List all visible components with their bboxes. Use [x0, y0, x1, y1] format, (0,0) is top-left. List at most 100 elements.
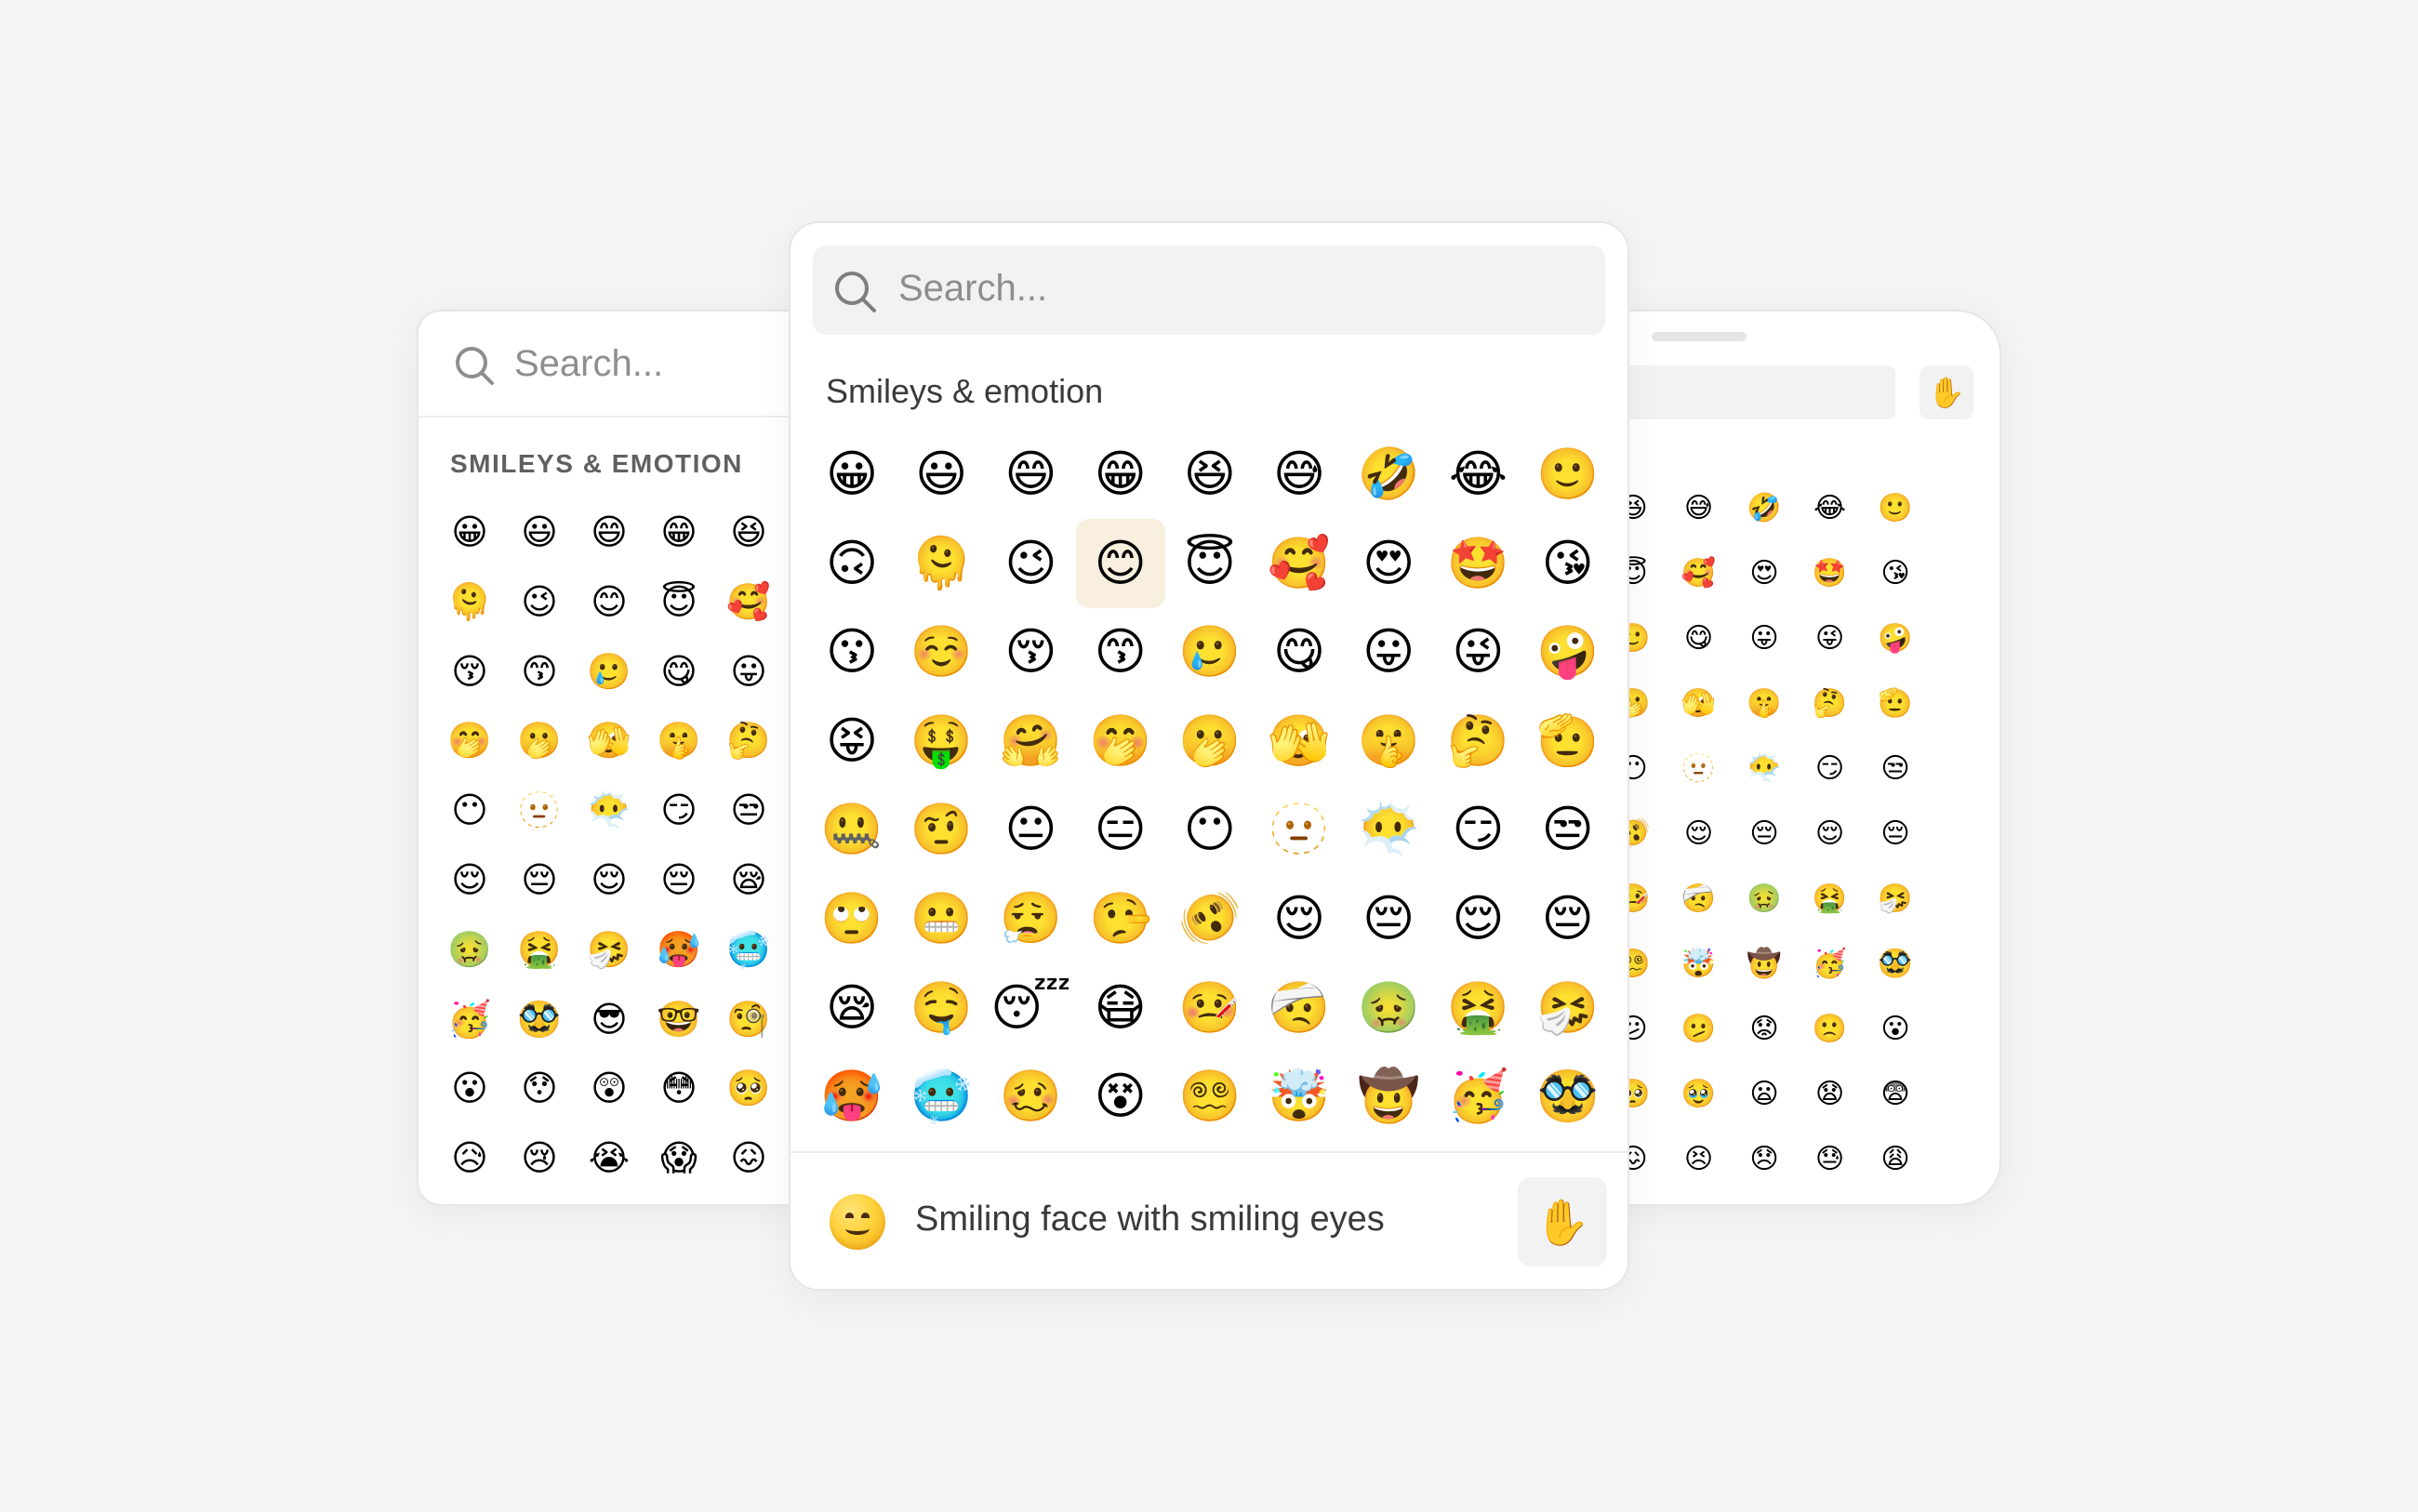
- emoji-button[interactable]: 😷: [1083, 971, 1158, 1045]
- emoji-button[interactable]: 😋: [1673, 613, 1725, 665]
- emoji-button[interactable]: 🤔: [720, 711, 777, 769]
- emoji-button[interactable]: 😝: [815, 704, 889, 778]
- emoji-button[interactable]: 😂: [1804, 483, 1856, 535]
- emoji-button[interactable]: 🤩: [1804, 548, 1856, 600]
- emoji-button[interactable]: 🤥: [1083, 882, 1158, 956]
- emoji-button[interactable]: 😅: [1262, 437, 1336, 511]
- emoji-button[interactable]: 🤣: [1738, 483, 1790, 535]
- emoji-button[interactable]: 😖: [720, 1129, 777, 1187]
- emoji-button[interactable]: 😘: [1869, 548, 1921, 600]
- emoji-button[interactable]: 😶‍🌫️: [1351, 792, 1426, 867]
- emoji-button[interactable]: 😔: [511, 851, 568, 909]
- emoji-button[interactable]: 😔: [650, 851, 708, 909]
- emoji-button[interactable]: 🫥: [511, 781, 568, 839]
- emoji-button[interactable]: 🥺: [720, 1059, 777, 1117]
- emoji-button[interactable]: 😮‍💨: [993, 882, 1068, 956]
- emoji-button[interactable]: 🫤: [1673, 1003, 1725, 1055]
- emoji-button[interactable]: 😌: [441, 851, 498, 909]
- emoji-button[interactable]: 😮: [441, 1059, 498, 1117]
- emoji-button[interactable]: 😓: [1804, 1134, 1856, 1186]
- search-bar[interactable]: Search...: [813, 245, 1605, 335]
- emoji-button[interactable]: 😍: [1738, 548, 1790, 600]
- emoji-button[interactable]: 🙃: [815, 526, 889, 601]
- emoji-button[interactable]: 😶‍🌫️: [1738, 743, 1790, 795]
- emoji-button[interactable]: 😏: [650, 781, 708, 839]
- emoji-button[interactable]: 😀: [815, 437, 889, 511]
- emoji-button[interactable]: 😳: [650, 1059, 708, 1117]
- emoji-button[interactable]: 🤢: [441, 921, 498, 978]
- emoji-button[interactable]: 🥳: [1441, 1059, 1515, 1134]
- emoji-button[interactable]: 🫣: [580, 711, 638, 769]
- emoji-button[interactable]: 😧: [1804, 1068, 1856, 1121]
- emoji-button[interactable]: 😟: [1738, 1003, 1790, 1055]
- emoji-button[interactable]: 🥲: [580, 643, 638, 700]
- emoji-button[interactable]: 🤧: [1531, 971, 1605, 1045]
- emoji-button[interactable]: 😃: [904, 437, 978, 511]
- emoji-button[interactable]: 🥵: [815, 1059, 889, 1134]
- emoji-button[interactable]: 🥰: [720, 573, 777, 630]
- emoji-button[interactable]: 🥰: [1262, 526, 1336, 601]
- emoji-button[interactable]: 😔: [1351, 882, 1426, 956]
- emoji-button[interactable]: 😍: [1351, 526, 1426, 601]
- emoji-button[interactable]: 😊: [1083, 526, 1158, 601]
- emoji-button[interactable]: 🤗: [993, 704, 1068, 778]
- emoji-button[interactable]: 😬: [904, 882, 978, 956]
- emoji-button[interactable]: 🤑: [904, 704, 978, 778]
- emoji-button[interactable]: 😌: [1673, 808, 1725, 860]
- emoji-button[interactable]: 🥵: [650, 921, 708, 978]
- emoji-button[interactable]: 🥳: [1804, 938, 1856, 990]
- emoji-button[interactable]: 😲: [580, 1059, 638, 1117]
- emoji-button[interactable]: 😒: [720, 781, 777, 839]
- emoji-button[interactable]: 🥸: [1531, 1059, 1605, 1134]
- emoji-button[interactable]: 😞: [1738, 1134, 1790, 1186]
- emoji-button[interactable]: 🤭: [1083, 704, 1158, 778]
- emoji-button[interactable]: 🥸: [511, 990, 568, 1048]
- emoji-button[interactable]: 🤪: [1869, 613, 1921, 665]
- skin-tone-button[interactable]: ✋: [1920, 365, 1973, 419]
- emoji-button[interactable]: 😂: [1441, 437, 1515, 511]
- emoji-button[interactable]: 😎: [580, 990, 638, 1048]
- emoji-button[interactable]: 😌: [580, 851, 638, 909]
- emoji-button[interactable]: 🤠: [1351, 1059, 1426, 1134]
- emoji-button[interactable]: 🤢: [1351, 971, 1426, 1045]
- emoji-button[interactable]: 😌: [1804, 808, 1856, 860]
- emoji-button[interactable]: 🥸: [1869, 938, 1921, 990]
- emoji-button[interactable]: 😮: [1869, 1003, 1921, 1055]
- emoji-button[interactable]: 🤣: [1351, 437, 1426, 511]
- emoji-button[interactable]: 🙁: [1804, 1003, 1856, 1055]
- emoji-button[interactable]: 🤯: [1262, 1059, 1336, 1134]
- emoji-button[interactable]: 🙄: [815, 882, 889, 956]
- emoji-button[interactable]: 🥰: [1673, 548, 1725, 600]
- emoji-button[interactable]: 🫠: [904, 526, 978, 601]
- emoji-button[interactable]: 😒: [1531, 792, 1605, 867]
- emoji-button[interactable]: 🤮: [511, 921, 568, 978]
- emoji-button[interactable]: 😌: [1441, 882, 1515, 956]
- search-input[interactable]: Search...: [898, 268, 1047, 310]
- emoji-button[interactable]: 🤯: [1673, 938, 1725, 990]
- emoji-button[interactable]: 🫡: [1531, 704, 1605, 778]
- emoji-button[interactable]: 🤧: [1869, 873, 1921, 925]
- emoji-button[interactable]: 😆: [720, 503, 777, 561]
- emoji-button[interactable]: 🤮: [1804, 873, 1856, 925]
- emoji-button[interactable]: 🙂: [1531, 437, 1605, 511]
- emoji-button[interactable]: 😔: [1869, 808, 1921, 860]
- emoji-button[interactable]: 🤧: [580, 921, 638, 978]
- emoji-button[interactable]: 😣: [1673, 1134, 1725, 1186]
- search-input[interactable]: Search...: [514, 343, 663, 385]
- emoji-button[interactable]: 😁: [1083, 437, 1158, 511]
- emoji-button[interactable]: 😄: [993, 437, 1068, 511]
- emoji-button[interactable]: 😛: [720, 643, 777, 700]
- emoji-button[interactable]: 🫢: [511, 711, 568, 769]
- emoji-button[interactable]: 😅: [1673, 483, 1725, 535]
- emoji-button[interactable]: 😗: [815, 615, 889, 689]
- emoji-button[interactable]: 😇: [650, 573, 708, 630]
- emoji-button[interactable]: 🤓: [650, 990, 708, 1048]
- emoji-button[interactable]: 😄: [580, 503, 638, 561]
- emoji-button[interactable]: 😜: [1441, 615, 1515, 689]
- emoji-button[interactable]: 🥲: [1173, 615, 1247, 689]
- emoji-button[interactable]: 🥴: [993, 1059, 1068, 1134]
- emoji-button[interactable]: 😭: [580, 1129, 638, 1187]
- emoji-button[interactable]: 😑: [1083, 792, 1158, 867]
- emoji-button[interactable]: 😏: [1804, 743, 1856, 795]
- emoji-button[interactable]: 🫠: [441, 573, 498, 630]
